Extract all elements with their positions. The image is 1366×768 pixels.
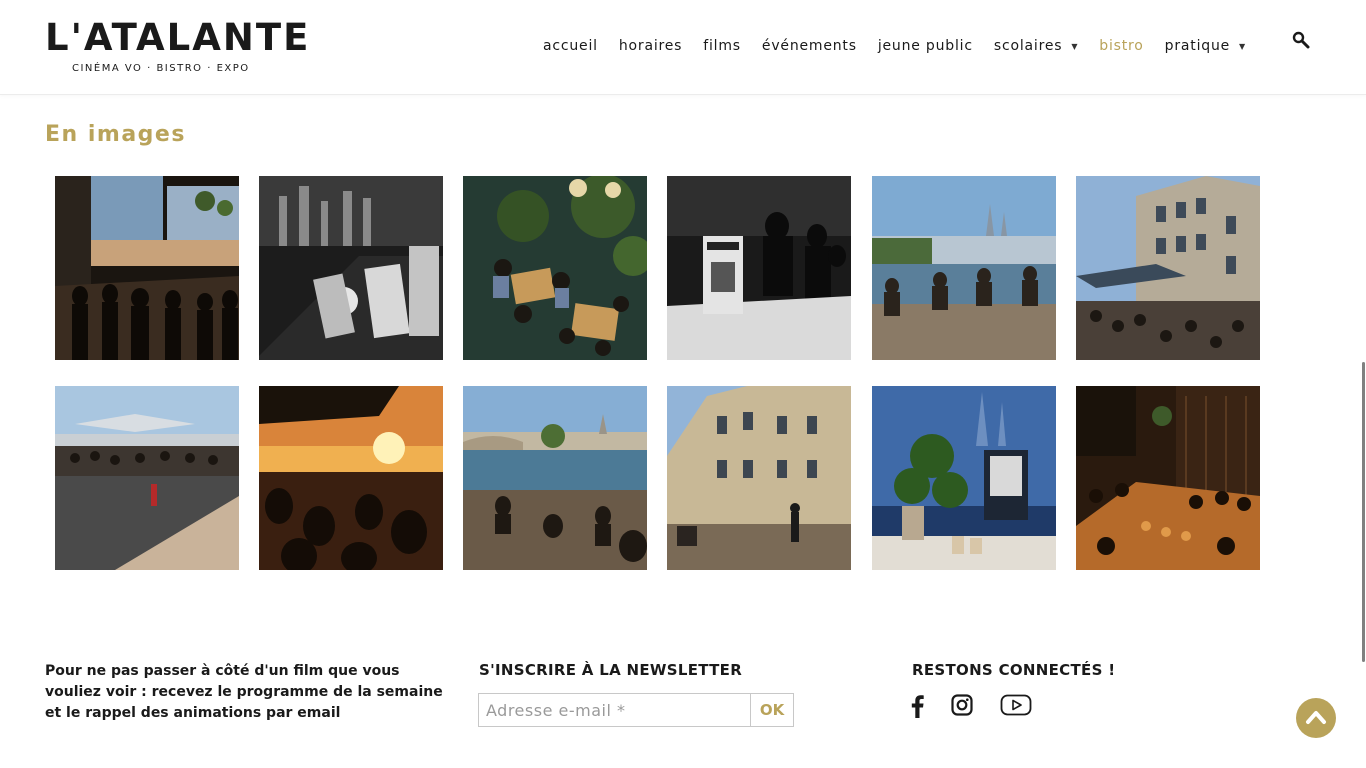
nav-item-label: films: [703, 38, 741, 54]
nav-item-label: accueil: [543, 38, 598, 54]
nav-item-label: horaires: [618, 38, 683, 54]
newsletter-email-input[interactable]: [478, 693, 751, 727]
caret-down-icon: ▼: [1071, 41, 1079, 51]
nav-item-label: jeune public: [877, 38, 973, 54]
gallery-photo-river-bridge[interactable]: [463, 386, 647, 570]
gallery-photo-bar-bottles[interactable]: [259, 176, 443, 360]
gallery-photo-window-plant[interactable]: [872, 386, 1056, 570]
logo-wordmark: L'ATALANTE: [45, 16, 311, 59]
gallery-photo-tables-overhead[interactable]: [463, 176, 647, 360]
gallery-photo-crowded-bar[interactable]: [1076, 386, 1260, 570]
nav-item-bistro[interactable]: bistro: [1099, 38, 1143, 54]
newsletter-submit-button[interactable]: OK: [750, 693, 794, 727]
nav-item-jeune-public[interactable]: jeune public: [878, 38, 973, 54]
nav-item-horaires[interactable]: horaires: [619, 38, 682, 54]
main-nav: accueil horaires films événements jeune …: [543, 36, 1267, 56]
nav-item-label: scolaires: [993, 38, 1063, 54]
instagram-icon[interactable]: [951, 694, 973, 716]
back-to-top-button[interactable]: [1296, 698, 1336, 738]
section-title: En images: [45, 122, 186, 147]
newsletter-description: Pour ne pas passer à côté d'un film que …: [45, 663, 443, 721]
nav-item-label: événements: [761, 38, 857, 54]
nav-item-scolaires[interactable]: scolaires ▼: [994, 38, 1078, 54]
nav-item-label: bistro: [1099, 38, 1144, 54]
social-title: RESTONS CONNECTÉS !: [912, 661, 1116, 679]
logo-tagline: CINÉMA VO · BISTRO · EXPO: [72, 63, 250, 74]
nav-item-label: pratique: [1164, 38, 1231, 54]
gallery-photo-terrace-street[interactable]: [1076, 176, 1260, 360]
gallery-photo-riverbank[interactable]: [872, 176, 1056, 360]
nav-item-evenements[interactable]: événements: [762, 38, 857, 54]
chevron-up-icon: [1306, 711, 1326, 724]
youtube-icon[interactable]: [1000, 694, 1032, 716]
site-header: L'ATALANTE CINÉMA VO · BISTRO · EXPO acc…: [0, 0, 1366, 95]
nav-item-films[interactable]: films: [703, 38, 741, 54]
search-icon[interactable]: [1292, 31, 1310, 49]
photo-gallery: [55, 176, 1265, 571]
nav-item-accueil[interactable]: accueil: [543, 38, 598, 54]
scrollbar-thumb[interactable]: [1362, 362, 1365, 662]
gallery-photo-sunset-terrace[interactable]: [259, 386, 443, 570]
nav-item-pratique[interactable]: pratique ▼: [1165, 38, 1246, 54]
facebook-icon[interactable]: [910, 694, 924, 718]
gallery-photo-terrace-umbrellas[interactable]: [55, 386, 239, 570]
caret-down-icon: ▼: [1239, 41, 1246, 51]
site-logo[interactable]: L'ATALANTE CINÉMA VO · BISTRO · EXPO: [45, 16, 311, 78]
gallery-photo-street-runner[interactable]: [667, 386, 851, 570]
newsletter-title: S'INSCRIRE À LA NEWSLETTER: [479, 661, 743, 679]
gallery-photo-bistro-crowd[interactable]: [55, 176, 239, 360]
gallery-photo-bistro-bw[interactable]: [667, 176, 851, 360]
